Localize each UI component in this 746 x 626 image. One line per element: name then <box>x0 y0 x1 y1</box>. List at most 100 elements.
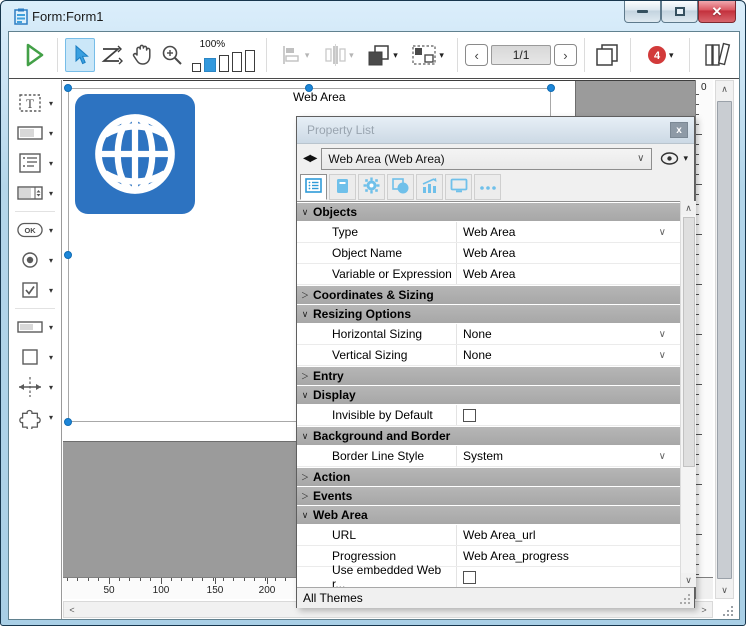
selection-handle-bottom-left[interactable] <box>64 418 72 426</box>
property-value[interactable]: Web Area <box>457 225 515 239</box>
align-menu-button[interactable]: ▾ <box>274 38 316 72</box>
plugin-tool-button[interactable]: ▾ <box>9 402 61 432</box>
section-header-events[interactable]: ＞Events <box>297 487 680 505</box>
radio-button-tool-button[interactable]: ▾ <box>9 245 61 275</box>
list-box-tool-button[interactable]: ▾ <box>9 148 61 178</box>
minimize-button[interactable] <box>624 1 661 23</box>
close-button[interactable]: ✕ <box>698 1 736 23</box>
dropdown-arrow-icon[interactable]: ▾ <box>49 256 53 265</box>
dropdown-arrow-icon[interactable]: ▾ <box>49 226 53 235</box>
chevron-down-icon[interactable]: ∨ <box>659 227 666 238</box>
chevron-down-icon[interactable]: ∨ <box>659 451 666 462</box>
property-tab-list[interactable] <box>300 174 327 200</box>
object-selector-dropdown[interactable]: Web Area (Web Area) ∨ <box>321 148 652 170</box>
scroll-down-button[interactable]: ∨ <box>716 582 733 598</box>
next-page-button[interactable]: › <box>554 44 577 66</box>
layer-menu-button[interactable]: ▾ <box>360 38 404 72</box>
dropdown-arrow-icon[interactable]: ▾ <box>49 159 53 168</box>
zoom-bar-3[interactable] <box>219 55 229 72</box>
database-events-menu-button[interactable]: 4 ▾ <box>638 38 682 72</box>
group-box-tool-button[interactable]: ▾ <box>9 312 61 342</box>
scroll-up-button[interactable]: ∧ <box>716 81 733 97</box>
maximize-button[interactable] <box>661 1 698 23</box>
input-tool-button[interactable]: ▾ <box>9 118 61 148</box>
selection-handle-middle-left[interactable] <box>64 251 72 259</box>
chevron-down-icon[interactable]: ∨ <box>659 350 666 361</box>
dropdown-arrow-icon[interactable]: ▾ <box>49 383 53 392</box>
form-pages-button[interactable] <box>592 38 623 72</box>
property-value[interactable]: Web Area <box>457 246 515 260</box>
object-prev-next-arrows[interactable]: ◀▶ <box>303 153 316 164</box>
dropdown-arrow-icon[interactable]: ▾ <box>49 323 53 332</box>
distribute-menu-button[interactable]: ▾ <box>316 38 360 72</box>
section-header-entry[interactable]: ＞Entry <box>297 367 680 385</box>
checkbox-invisible-by-default[interactable] <box>463 409 476 422</box>
section-header-coordinates-sizing[interactable]: ＞Coordinates & Sizing <box>297 286 680 304</box>
eye-icon[interactable] <box>660 152 679 165</box>
zoom-bar-4[interactable] <box>232 52 242 72</box>
checkbox-use-embedded-web-r[interactable] <box>463 571 476 584</box>
property-list-scrollbar-thumb[interactable] <box>683 217 695 467</box>
dropdown-arrow-icon[interactable]: ▾ <box>49 353 53 362</box>
vertical-scrollbar[interactable]: ∧ ∨ <box>715 80 734 599</box>
chevron-down-icon[interactable]: ∨ <box>659 329 666 340</box>
property-value[interactable]: System <box>457 449 503 463</box>
section-header-background-and-border[interactable]: ∨Background and Border <box>297 427 680 445</box>
title-bar[interactable]: Form:Form1 ✕ <box>1 1 745 31</box>
zoom-level-control[interactable]: 100% <box>192 39 255 72</box>
dropdown-arrow-icon[interactable]: ▾ <box>49 189 53 198</box>
property-value[interactable]: None <box>457 327 492 341</box>
panel-resize-grip[interactable] <box>679 593 691 605</box>
property-value[interactable]: None <box>457 348 492 362</box>
dropdown-arrow-icon[interactable]: ▾ <box>49 413 53 422</box>
zoom-bar-1[interactable] <box>192 63 201 72</box>
property-value[interactable]: Web Area_progress <box>457 549 569 563</box>
rectangle-tool-button[interactable]: ▾ <box>9 342 61 372</box>
previous-page-button[interactable]: ‹ <box>465 44 488 66</box>
dropdown-arrow-icon[interactable]: ▾ <box>49 99 53 108</box>
selection-handle-top-right[interactable] <box>547 84 555 92</box>
dropdown-arrow-icon[interactable]: ▾ <box>49 129 53 138</box>
stepper-tool-button[interactable]: ▾ <box>9 178 61 208</box>
polyline-tool-button[interactable] <box>95 38 126 72</box>
property-tab-screen[interactable] <box>445 174 472 200</box>
property-list-close-button[interactable]: x <box>670 122 688 138</box>
library-button[interactable] <box>697 38 739 72</box>
vertical-scrollbar-thumb[interactable] <box>717 101 732 579</box>
text-tool-button[interactable]: T▾ <box>9 88 61 118</box>
property-tab-gear[interactable] <box>358 174 385 200</box>
zoom-tool-button[interactable] <box>157 38 188 72</box>
hand-tool-button[interactable] <box>126 38 157 72</box>
scroll-up-button[interactable]: ∧ <box>681 201 696 215</box>
selection-handle-top-middle[interactable] <box>305 84 313 92</box>
section-header-resizing-options[interactable]: ∨Resizing Options <box>297 305 680 323</box>
property-tab-form[interactable] <box>329 174 356 200</box>
property-value[interactable]: Web Area_url <box>457 528 536 542</box>
property-list-titlebar[interactable]: Property List x <box>297 117 694 144</box>
zoom-bar-5[interactable] <box>245 50 255 72</box>
checkbox-tool-button[interactable]: ▾ <box>9 275 61 305</box>
scroll-left-button[interactable]: < <box>64 602 80 617</box>
position-menu-button[interactable]: ▾ <box>404 38 450 72</box>
property-tab-chart[interactable] <box>416 174 443 200</box>
property-tab-shapes[interactable] <box>387 174 414 200</box>
button-tool-button[interactable]: OK▾ <box>9 215 61 245</box>
window-resize-grip[interactable] <box>717 602 735 618</box>
scroll-down-button[interactable]: ∨ <box>681 573 696 587</box>
property-list-scrollbar[interactable]: ∧ ∨ <box>680 201 696 587</box>
eye-dropdown-arrow-icon[interactable]: ▾ <box>683 153 688 164</box>
pointer-tool-button[interactable] <box>65 38 96 72</box>
splitter-tool-button[interactable]: ▾ <box>9 372 61 402</box>
property-tab-more[interactable] <box>474 174 501 200</box>
section-header-objects[interactable]: ∨Objects <box>297 203 680 221</box>
selection-handle-top-left[interactable] <box>64 84 72 92</box>
section-header-display[interactable]: ∨Display <box>297 386 680 404</box>
zoom-bar-2-active[interactable] <box>204 58 216 72</box>
dropdown-arrow-icon[interactable]: ▾ <box>49 286 53 295</box>
zoom-bars[interactable] <box>192 50 255 72</box>
scroll-right-button[interactable]: > <box>696 602 712 617</box>
property-value[interactable]: Web Area <box>457 267 515 281</box>
section-header-web-area[interactable]: ∨Web Area <box>297 506 680 524</box>
section-header-action[interactable]: ＞Action <box>297 468 680 486</box>
execute-form-button[interactable] <box>19 38 50 72</box>
